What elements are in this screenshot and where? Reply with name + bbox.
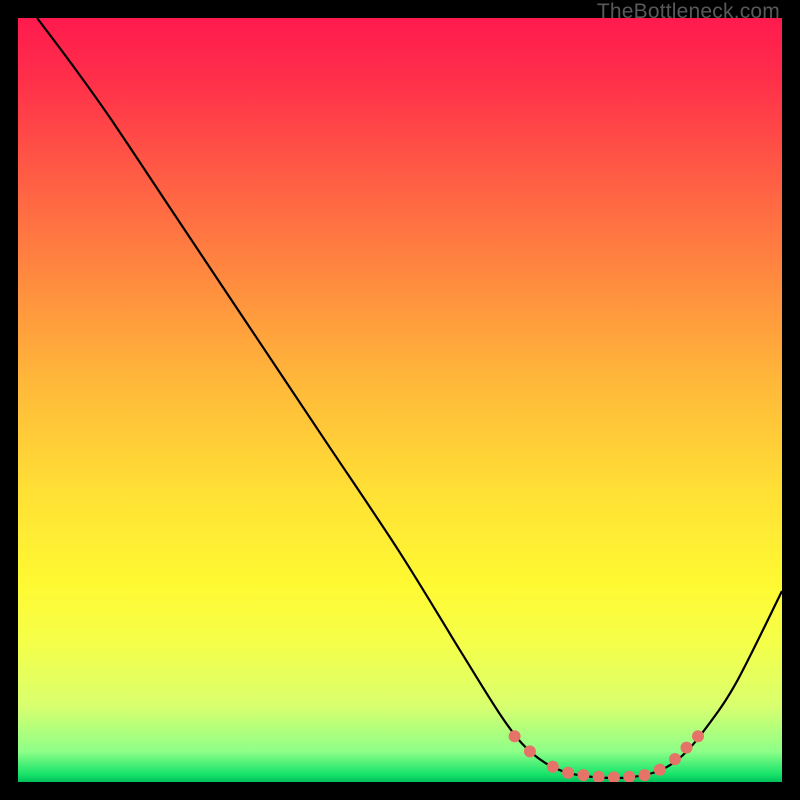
highlight-dot [669,753,681,765]
bottleneck-curve [37,18,782,778]
highlight-dot [654,764,666,776]
plot-area [18,18,782,782]
chart-frame: TheBottleneck.com [0,0,800,800]
highlight-dot [509,730,521,742]
highlight-dot [562,767,574,779]
highlight-dot [593,771,605,782]
curve-svg [18,18,782,782]
highlight-dot [681,742,693,754]
highlight-dots [509,730,704,782]
watermark-text: TheBottleneck.com [597,0,780,24]
highlight-dot [608,771,620,782]
highlight-dot [692,730,704,742]
highlight-dot [577,769,589,781]
highlight-dot [639,769,651,781]
highlight-dot [623,771,635,782]
highlight-dot [524,745,536,757]
highlight-dot [547,761,559,773]
